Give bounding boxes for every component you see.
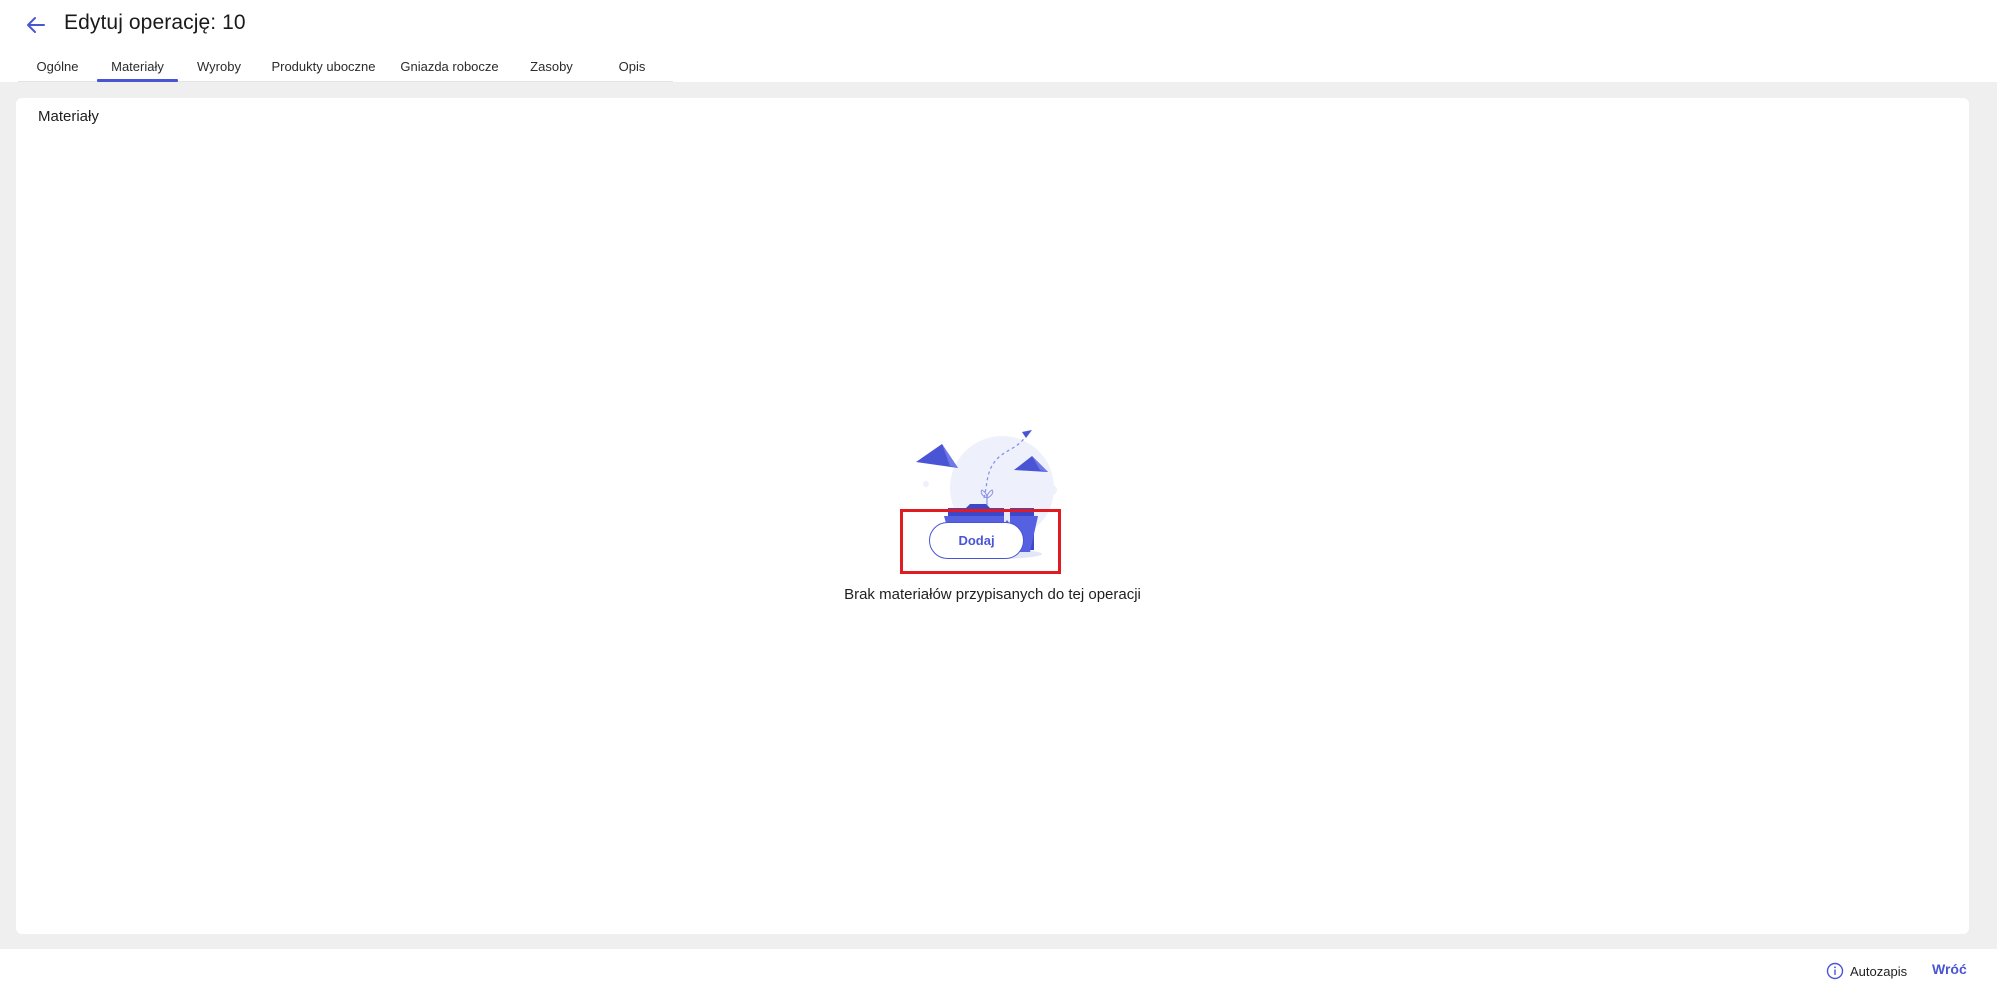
tab-label: Opis [618, 59, 646, 74]
back-button[interactable] [22, 12, 50, 38]
tab-label: Zasoby [530, 59, 573, 74]
footer: Autozapis Wróć [0, 949, 1997, 988]
arrow-left-icon [27, 17, 45, 33]
tab-materialy[interactable]: Materiały [97, 56, 178, 82]
add-button[interactable]: Dodaj [929, 522, 1024, 559]
tab-wyroby[interactable]: Wyroby [178, 56, 260, 81]
info-icon [1826, 962, 1844, 980]
header: Edytuj operację: 10 Ogólne Materiały Wyr… [0, 0, 1997, 82]
tab-opis[interactable]: Opis [591, 56, 673, 81]
tab-bar: Ogólne Materiały Wyroby Produkty uboczne… [18, 56, 673, 82]
page-title: Edytuj operację: 10 [64, 11, 246, 34]
back-link[interactable]: Wróć [1932, 961, 1967, 977]
tab-produkty-uboczne[interactable]: Produkty uboczne [260, 56, 387, 81]
empty-state-message: Brak materiałów przypisanych do tej oper… [844, 586, 1141, 603]
card-title: Materiały [38, 108, 99, 125]
tab-label: Wyroby [197, 59, 241, 74]
tab-zasoby[interactable]: Zasoby [512, 56, 591, 81]
tab-label: Produkty uboczne [271, 59, 376, 74]
tab-label: Ogólne [36, 59, 79, 74]
autosave-toggle[interactable]: Autozapis [1826, 962, 1907, 980]
tab-ogolne[interactable]: Ogólne [18, 56, 97, 81]
tab-gniazda-robocze[interactable]: Gniazda robocze [387, 56, 512, 81]
tab-label: Gniazda robocze [400, 59, 499, 74]
autosave-label: Autozapis [1850, 963, 1908, 979]
tab-label: Materiały [111, 59, 164, 74]
